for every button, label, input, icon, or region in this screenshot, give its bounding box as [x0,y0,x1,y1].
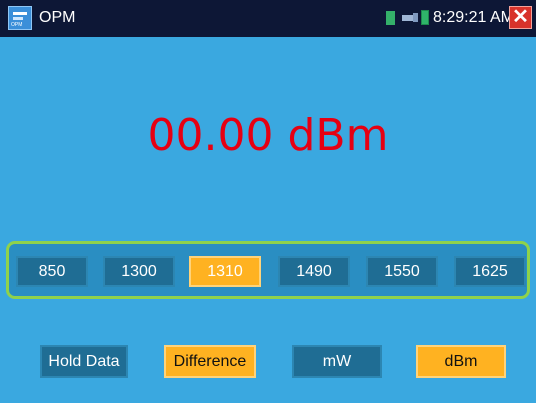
wavelength-850-button[interactable]: 850 [16,256,88,287]
close-button[interactable]: ✕ [509,6,532,29]
clock: 8:29:21 AM [433,9,514,26]
dbm-unit-button[interactable]: dBm [416,345,506,378]
mw-unit-button[interactable]: mW [292,345,382,378]
app-title: OPM [39,9,76,26]
difference-button[interactable]: Difference [164,345,256,378]
battery-icon [421,10,429,25]
sd-card-icon [386,11,395,25]
opm-app-icon: OPM [8,6,32,30]
wavelength-selector: 850 1300 1310 1490 1550 1625 [6,241,530,299]
power-reading: 00.00 dBm [147,110,389,161]
wavelength-1310-button[interactable]: 1310 [189,256,261,287]
wavelength-1625-button[interactable]: 1625 [454,256,526,287]
wavelength-1300-button[interactable]: 1300 [103,256,175,287]
wavelength-1490-button[interactable]: 1490 [278,256,350,287]
wavelength-1550-button[interactable]: 1550 [366,256,438,287]
hold-data-button[interactable]: Hold Data [40,345,128,378]
status-bar: OPM OPM 8:29:21 AM ✕ [0,0,536,37]
usb-icon [402,13,418,22]
